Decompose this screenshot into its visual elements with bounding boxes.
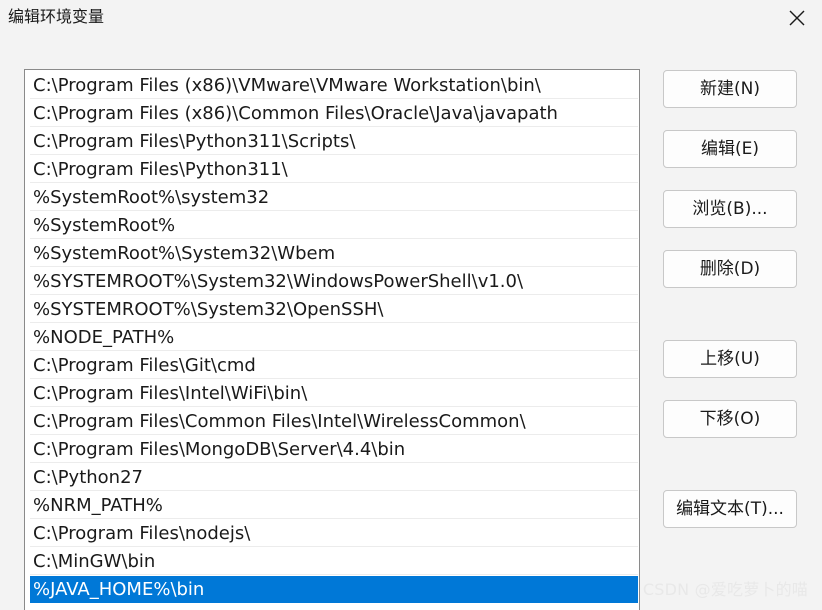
- path-list-item[interactable]: C:\Program Files (x86)\VMware\VMware Wor…: [30, 72, 638, 99]
- path-list-item[interactable]: %NODE_PATH%: [30, 324, 638, 351]
- path-list-item[interactable]: %JAVA_HOME%\bin: [30, 576, 638, 603]
- edit-text-button[interactable]: 编辑文本(T)...: [663, 490, 797, 528]
- path-list-item[interactable]: C:\Python27: [30, 464, 638, 491]
- delete-button[interactable]: 删除(D): [663, 250, 797, 288]
- path-list-item[interactable]: C:\Program Files\nodejs\: [30, 520, 638, 547]
- window-title: 编辑环境变量: [8, 7, 105, 26]
- path-list-item[interactable]: C:\Program Files\Common Files\Intel\Wire…: [30, 408, 638, 435]
- title-bar: 编辑环境变量: [0, 0, 822, 36]
- path-list-item[interactable]: %SystemRoot%\system32: [30, 184, 638, 211]
- move-up-button[interactable]: 上移(U): [663, 340, 797, 378]
- path-list-item[interactable]: C:\MinGW\bin: [30, 548, 638, 575]
- path-list-item[interactable]: C:\Program Files\MongoDB\Server\4.4\bin: [30, 436, 638, 463]
- path-list-item[interactable]: %SYSTEMROOT%\System32\WindowsPowerShell\…: [30, 268, 638, 295]
- move-down-button[interactable]: 下移(O): [663, 400, 797, 438]
- path-listbox[interactable]: C:\Program Files (x86)\VMware\VMware Wor…: [24, 69, 640, 610]
- path-list-item[interactable]: %SystemRoot%\System32\Wbem: [30, 240, 638, 267]
- watermark: CSDN @爱吃萝卜的喵: [642, 580, 808, 599]
- path-list-item[interactable]: C:\Program Files\Git\cmd: [30, 352, 638, 379]
- browse-button[interactable]: 浏览(B)...: [663, 190, 797, 228]
- path-list-item[interactable]: C:\Program Files\Python311\: [30, 156, 638, 183]
- path-list-item[interactable]: C:\Program Files\Python311\Scripts\: [30, 128, 638, 155]
- path-list-item[interactable]: %SystemRoot%: [30, 212, 638, 239]
- path-list-item[interactable]: %NRM_PATH%: [30, 492, 638, 519]
- close-icon: [789, 10, 805, 26]
- path-list-item[interactable]: C:\Program Files (x86)\Common Files\Orac…: [30, 100, 638, 127]
- new-button[interactable]: 新建(N): [663, 70, 797, 108]
- close-button[interactable]: [782, 4, 812, 32]
- path-list-item[interactable]: %SYSTEMROOT%\System32\OpenSSH\: [30, 296, 638, 323]
- edit-button[interactable]: 编辑(E): [663, 130, 797, 168]
- path-list-item[interactable]: C:\Program Files\Intel\WiFi\bin\: [30, 380, 638, 407]
